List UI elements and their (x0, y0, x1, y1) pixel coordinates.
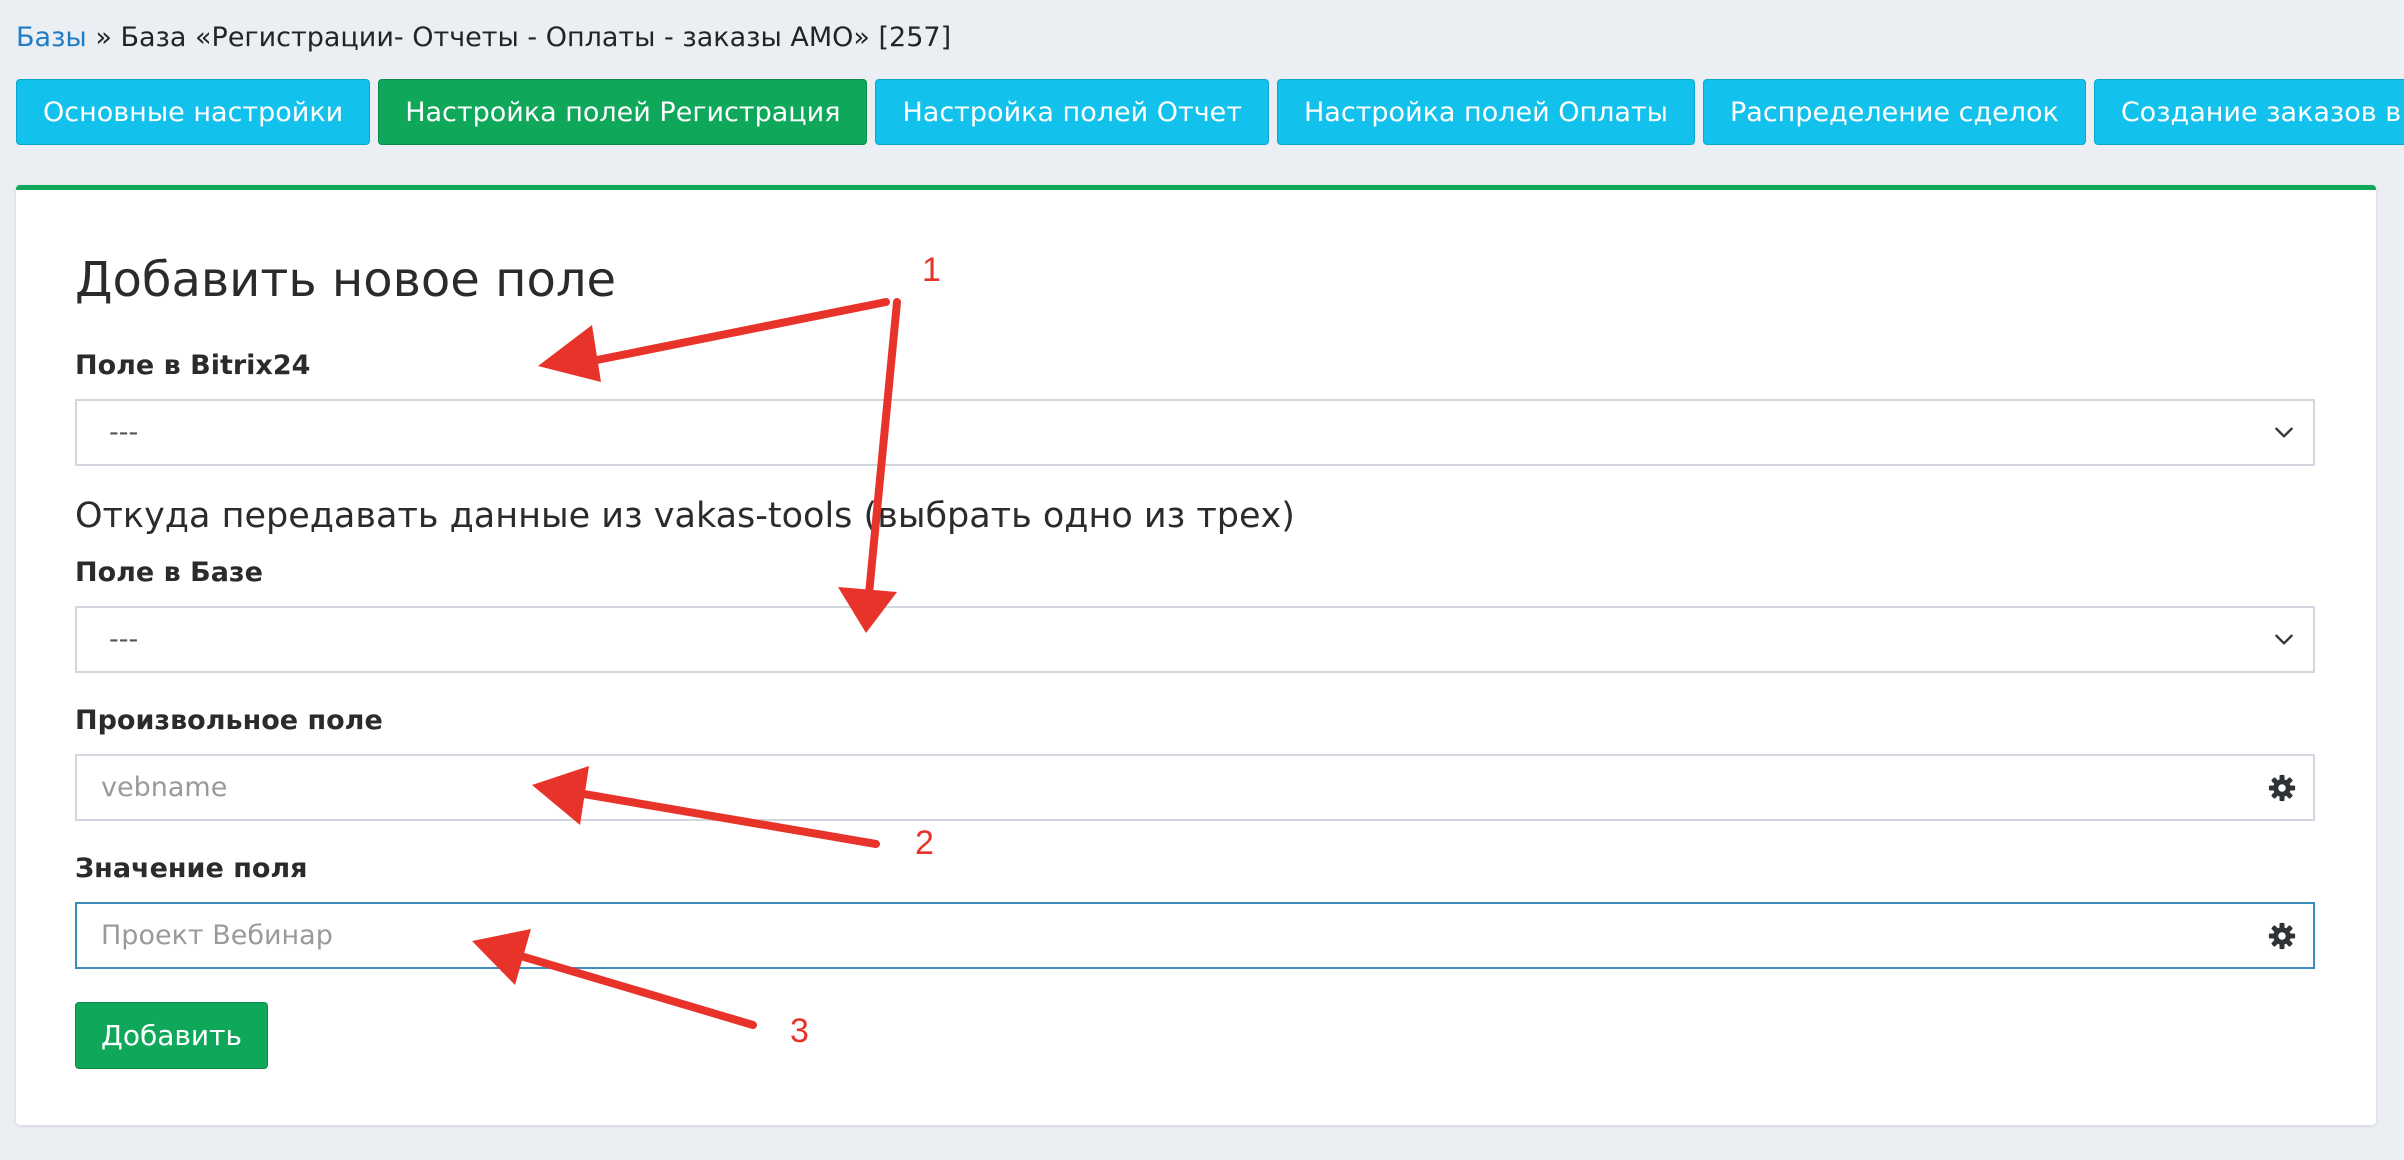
tab-main-settings[interactable]: Основные настройки (16, 79, 371, 145)
bitrix-field-select[interactable]: --- (75, 399, 2315, 466)
bitrix-field-label: Поле в Bitrix24 (75, 350, 311, 381)
custom-field-label: Произвольное поле (75, 705, 383, 736)
tab-registration-fields[interactable]: Настройка полей Регистрация (378, 79, 868, 145)
gear-icon[interactable] (2267, 921, 2297, 951)
field-value-input[interactable]: Проект Вебинар (75, 902, 2315, 969)
tab-payment-fields[interactable]: Настройка полей Оплаты (1277, 79, 1695, 145)
tab-deal-distribution[interactable]: Распределение сделок (1703, 79, 2086, 145)
bitrix-field-selected-value: --- (109, 417, 139, 448)
breadcrumb-link-bases[interactable]: Базы (16, 22, 87, 53)
source-heading: Откуда передавать данные из vakas-tools … (75, 496, 1295, 536)
chevron-down-icon (2275, 634, 2293, 645)
base-field-label: Поле в Базе (75, 557, 263, 588)
settings-tabs: Основные настройки Настройка полей Регис… (16, 79, 2404, 145)
base-field-selected-value: --- (109, 624, 139, 655)
chevron-down-icon (2275, 427, 2293, 438)
custom-field-placeholder: vebname (101, 772, 228, 803)
add-field-card: Добавить новое поле Поле в Bitrix24 --- … (16, 185, 2376, 1125)
tab-report-fields[interactable]: Настройка полей Отчет (875, 79, 1269, 145)
breadcrumb-separator: » (95, 22, 112, 53)
custom-field-input[interactable]: vebname (75, 754, 2315, 821)
breadcrumb-current: База «Регистрации- Отчеты - Оплаты - зак… (120, 22, 952, 53)
add-button[interactable]: Добавить (75, 1002, 268, 1069)
base-field-select[interactable]: --- (75, 606, 2315, 673)
breadcrumb: Базы » База «Регистрации- Отчеты - Оплат… (16, 18, 951, 58)
gear-icon[interactable] (2267, 773, 2297, 803)
page-title: Добавить новое поле (75, 252, 617, 308)
field-value-placeholder: Проект Вебинар (101, 920, 333, 951)
field-value-label: Значение поля (75, 853, 308, 884)
tab-gc-orders[interactable]: Создание заказов в GC (2093, 79, 2404, 145)
